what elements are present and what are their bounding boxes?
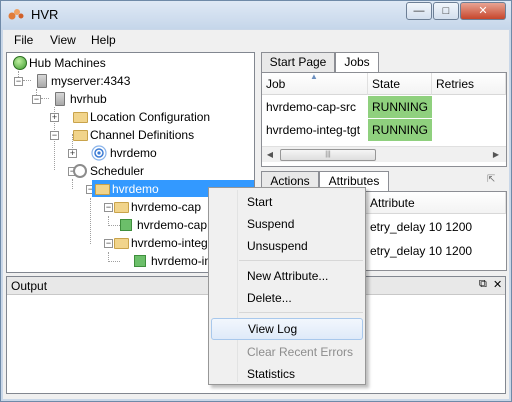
- folder-icon: [114, 238, 129, 249]
- menu-item-unsuspend[interactable]: Unsuspend: [211, 235, 363, 257]
- menu-item-clear-recent-errors[interactable]: Clear Recent Errors: [211, 341, 363, 363]
- state-cell[interactable]: RUNNING: [368, 96, 432, 118]
- tree-node-label: Channel Definitions: [90, 128, 195, 142]
- tree-node-label: myserver:4343: [51, 74, 131, 88]
- expand-icon[interactable]: +: [68, 149, 77, 158]
- collapse-icon[interactable]: −: [50, 131, 59, 140]
- hvr-logo-icon: [8, 9, 24, 20]
- collapse-icon[interactable]: −: [14, 77, 23, 86]
- column-header-retries[interactable]: Retries: [432, 73, 506, 95]
- output-title: Output: [11, 279, 48, 293]
- tree-node-hub[interactable]: − hvrhub: [7, 90, 207, 108]
- collapse-icon[interactable]: −: [32, 95, 41, 104]
- tree-node-scheduler[interactable]: − Scheduler: [7, 162, 207, 180]
- close-panel-icon[interactable]: ✕: [493, 278, 502, 291]
- folder-icon: [73, 130, 88, 141]
- tree-node-channel-hvrdemo[interactable]: + hvrdemo: [7, 144, 207, 162]
- menu-file[interactable]: File: [14, 33, 33, 47]
- pin-icon[interactable]: ⇱: [487, 174, 495, 185]
- maximize-button[interactable]: □: [433, 2, 459, 20]
- state-cell[interactable]: RUNNING: [368, 119, 432, 141]
- tree-node-label: hvrdemo-integ: [131, 236, 208, 250]
- window-title: HVR: [31, 7, 59, 22]
- top-tab-strip: Start Page Jobs: [261, 52, 507, 73]
- tree-node-cap-folder[interactable]: − hvrdemo-cap: [7, 198, 207, 216]
- menu-item-start[interactable]: Start: [211, 191, 363, 213]
- context-menu: Start Suspend Unsuspend New Attribute...…: [208, 187, 366, 385]
- job-cell[interactable]: hvrdemo-cap-src: [262, 96, 368, 118]
- menu-item-view-log[interactable]: View Log: [211, 318, 363, 340]
- tree-node-label: hvrdemo-cap: [131, 200, 202, 214]
- scroll-left-icon[interactable]: ◀: [262, 148, 278, 162]
- folder-icon: [73, 112, 88, 123]
- tree-node-label: hvrdemo: [110, 146, 157, 160]
- column-label: Job: [266, 77, 286, 91]
- menu-view[interactable]: View: [50, 33, 76, 47]
- menu-separator: [239, 312, 363, 313]
- tree-node-label: Location Configuration: [90, 110, 211, 124]
- tree-node-location-configuration[interactable]: + Location Configuration: [7, 108, 247, 126]
- menu-help[interactable]: Help: [91, 33, 116, 47]
- collapse-icon[interactable]: −: [104, 239, 113, 248]
- menu-item-new-attribute[interactable]: New Attribute...: [211, 265, 363, 287]
- menu-bar: File View Help: [3, 30, 509, 50]
- menu-item-statistics[interactable]: Statistics: [211, 363, 363, 385]
- retries-cell[interactable]: [432, 96, 506, 118]
- close-button[interactable]: ✕: [460, 2, 506, 20]
- tree-node-label: hvrdemo-cap: [137, 218, 208, 232]
- scrollbar-thumb[interactable]: |||: [280, 149, 376, 161]
- sort-ascending-icon: ▲: [310, 72, 318, 81]
- title-bar[interactable]: HVR — □ ✕: [1, 1, 511, 29]
- tree-node-label: Hub Machines: [29, 56, 106, 70]
- tree-node-channel-definitions[interactable]: − Channel Definitions: [7, 126, 247, 144]
- tree-node-label: Scheduler: [90, 164, 145, 178]
- menu-item-delete[interactable]: Delete...: [211, 287, 363, 309]
- tree-node-label: hvrhub: [70, 92, 107, 106]
- tree-node-server[interactable]: − myserver:4343: [7, 72, 207, 90]
- tab-start-page[interactable]: Start Page: [261, 52, 335, 72]
- job-status-icon: [134, 255, 146, 267]
- expand-icon[interactable]: +: [50, 113, 59, 122]
- app-window: HVR — □ ✕ File View Help Hub Machines − …: [0, 0, 512, 402]
- database-icon: [55, 92, 65, 106]
- folder-icon: [114, 202, 129, 213]
- folder-icon: [95, 184, 110, 195]
- retries-cell[interactable]: [432, 119, 506, 141]
- menu-item-suspend[interactable]: Suspend: [211, 213, 363, 235]
- column-header-state[interactable]: State: [368, 73, 432, 95]
- channel-icon: [91, 145, 107, 161]
- collapse-icon[interactable]: −: [104, 203, 113, 212]
- tree-node-label: hvrdemo: [112, 182, 159, 196]
- attribute-cell[interactable]: etry_delay 10 1200: [366, 216, 506, 238]
- scroll-right-icon[interactable]: ▶: [488, 148, 504, 162]
- attribute-cell[interactable]: etry_delay 10 1200: [366, 240, 506, 262]
- minimize-button[interactable]: —: [406, 2, 432, 20]
- server-icon: [37, 74, 47, 88]
- job-status-icon: [120, 219, 132, 231]
- column-header-job[interactable]: Job ▲: [262, 72, 368, 95]
- horizontal-scrollbar[interactable]: ◀ ||| ▶: [262, 146, 506, 162]
- job-cell[interactable]: hvrdemo-integ-tgt: [262, 119, 368, 141]
- globe-icon: [13, 56, 27, 70]
- menu-separator: [239, 260, 363, 261]
- scheduler-clock-icon: [73, 164, 87, 178]
- tab-jobs[interactable]: Jobs: [335, 52, 379, 73]
- jobs-panel: Job ▲ State Retries hvrdemo-cap-src RUNN…: [261, 72, 507, 167]
- tree-node-integ-folder[interactable]: − hvrdemo-integ: [7, 234, 208, 252]
- float-panel-icon[interactable]: ⧉: [479, 278, 487, 291]
